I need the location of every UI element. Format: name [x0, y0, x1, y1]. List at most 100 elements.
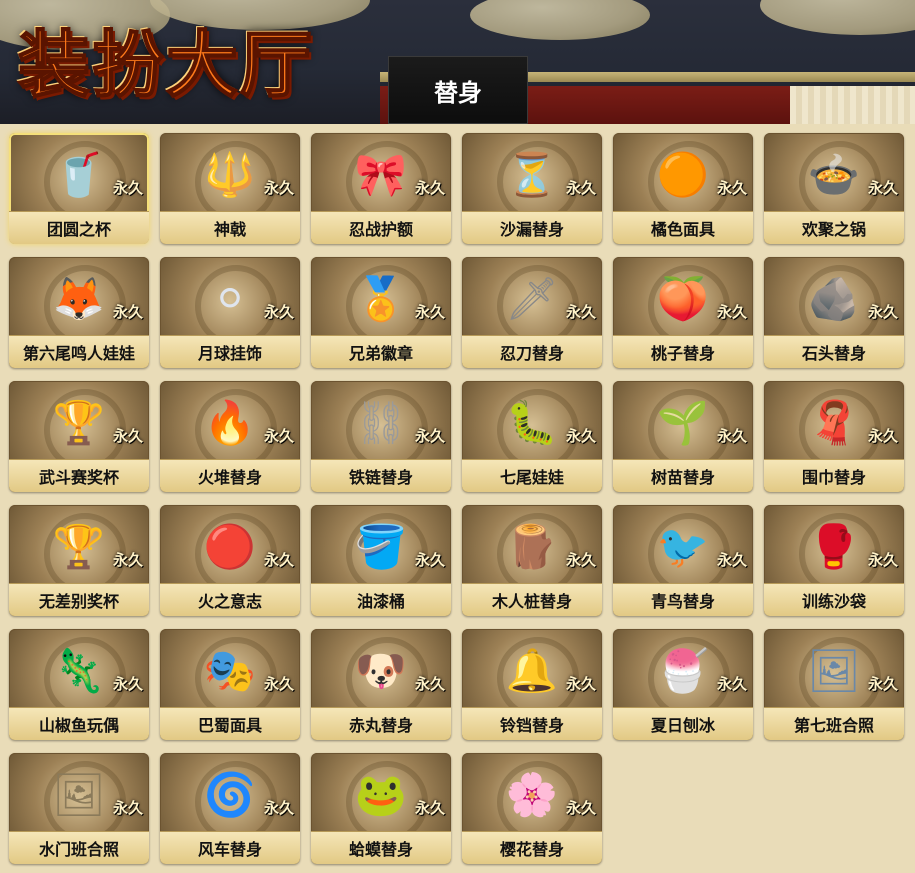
- permanent-badge: 永久: [112, 675, 143, 693]
- permanent-badge: 永久: [414, 799, 445, 817]
- item-card[interactable]: 🎀 永久忍战护额: [311, 133, 451, 244]
- shaved-ice-icon: 🍧: [656, 646, 710, 695]
- badge-icon: 🏅: [354, 274, 408, 323]
- item-name: 蛤蟆替身: [311, 831, 451, 864]
- item-card[interactable]: 🌀 永久 风车替身: [160, 753, 300, 864]
- permanent-badge: 永久: [867, 675, 898, 693]
- item-card[interactable]: 🏅 永久兄弟徽章: [311, 257, 451, 368]
- item-card[interactable]: 🎭 永久 巴蜀面具: [160, 629, 300, 740]
- tab-substitute[interactable]: 替身: [388, 56, 528, 124]
- wooden-dummy-icon: 🪵: [505, 522, 559, 571]
- item-card[interactable]: 🔴 永久 火之意志: [160, 505, 300, 616]
- item-name: 火堆替身: [160, 459, 300, 492]
- item-card[interactable]: 🌸 永久 樱花替身: [462, 753, 602, 864]
- permanent-badge: 永久: [867, 427, 898, 445]
- permanent-badge: 永久: [414, 179, 445, 197]
- item-card[interactable]: 🌱 永久 树苗替身: [613, 381, 753, 492]
- item-name: 兄弟徽章: [311, 335, 451, 368]
- headband-icon: 🎀: [354, 150, 408, 199]
- item-name: 橘色面具: [613, 211, 753, 244]
- permanent-badge: 永久: [112, 179, 143, 197]
- permanent-badge: 永久: [716, 551, 747, 569]
- item-name: 训练沙袋: [764, 583, 904, 616]
- claw-trophy-icon: 🏆: [52, 522, 106, 571]
- item-name: 樱花替身: [462, 831, 602, 864]
- header-pattern: [790, 86, 915, 124]
- item-card[interactable]: 🐛 永久 七尾娃娃: [462, 381, 602, 492]
- permanent-badge: 永久: [867, 551, 898, 569]
- fox-doll-icon: 🦊: [52, 274, 106, 323]
- item-card[interactable]: 🍲 永久 欢聚之锅: [764, 133, 904, 244]
- item-card[interactable]: 🦎 永久山椒鱼玩偶: [9, 629, 149, 740]
- campfire-icon: 🔥: [203, 398, 257, 447]
- item-card[interactable]: 🪵 永久 木人桩替身: [462, 505, 602, 616]
- item-card[interactable]: 🥊 永久 训练沙袋: [764, 505, 904, 616]
- permanent-badge: 永久: [414, 303, 445, 321]
- item-card[interactable]: 🪣 永久 油漆桶: [311, 505, 451, 616]
- permanent-badge: 永久: [263, 303, 294, 321]
- permanent-badge: 永久: [716, 427, 747, 445]
- item-name: 忍战护额: [311, 211, 451, 244]
- item-name: 第七班合照: [764, 707, 904, 740]
- permanent-badge: 永久: [263, 799, 294, 817]
- item-name: 赤丸替身: [311, 707, 451, 740]
- item-card[interactable]: 🍑 永久 桃子替身: [613, 257, 753, 368]
- item-card[interactable]: 🧣 永久围巾替身: [764, 381, 904, 492]
- paint-bucket-icon: 🪣: [354, 522, 408, 571]
- permanent-badge: 永久: [867, 303, 898, 321]
- item-card[interactable]: 🔥 永久 火堆替身: [160, 381, 300, 492]
- item-name: 青鸟替身: [613, 583, 753, 616]
- permanent-badge: 永久: [263, 179, 294, 197]
- item-name: 木人桩替身: [462, 583, 602, 616]
- item-card[interactable]: 🏆 永久 无差别奖杯: [9, 505, 149, 616]
- item-card[interactable]: ⛓ 永久 铁链替身: [311, 381, 451, 492]
- item-card[interactable]: 🖼 永久第七班合照: [764, 629, 904, 740]
- hourglass-icon: ⏳: [505, 150, 559, 199]
- cloud-decoration: [470, 0, 650, 40]
- photo-frame-icon: 🖼: [52, 770, 106, 819]
- item-card[interactable]: 🍧 永久 夏日刨冰: [613, 629, 753, 740]
- larva-doll-icon: 🐛: [505, 398, 559, 447]
- scarf-icon: 🧣: [807, 398, 861, 447]
- permanent-badge: 永久: [414, 675, 445, 693]
- item-card[interactable]: 🦊 永久 第六尾鸣人娃娃: [9, 257, 149, 368]
- permanent-badge: 永久: [263, 675, 294, 693]
- item-card[interactable]: 🗡 永久 忍刀替身: [462, 257, 602, 368]
- item-name: 月球挂饰: [160, 335, 300, 368]
- item-name: 团圆之杯: [9, 211, 149, 244]
- item-card[interactable]: 🏆 永久 武斗赛奖杯: [9, 381, 149, 492]
- bluebird-icon: 🐦: [656, 522, 710, 571]
- permanent-badge: 永久: [716, 179, 747, 197]
- stone-icon: 🪨: [807, 274, 861, 323]
- item-card[interactable]: 🔔 永久铃铛替身: [462, 629, 602, 740]
- bell-icon: 🔔: [505, 646, 559, 695]
- item-card[interactable]: 🔱 永久 神戟: [160, 133, 300, 244]
- item-grid: 🥤 永久 团圆之杯 🔱 永久 神戟 🎀 永久 忍战护额 ⏳ 永久 沙漏替身 🟠 永久 橘色面具 🍲 永久 欢聚之锅…: [9, 133, 909, 868]
- item-card[interactable]: 🥤 永久 团圆之杯: [9, 133, 149, 244]
- item-card[interactable]: ⚪ 永久 月球挂饰: [160, 257, 300, 368]
- item-card[interactable]: 🐶 永久 赤丸替身: [311, 629, 451, 740]
- item-card[interactable]: 🖼 永久 水门班合照: [9, 753, 149, 864]
- permanent-badge: 永久: [565, 303, 596, 321]
- item-card[interactable]: 🐸 永久蛤蟆替身: [311, 753, 451, 864]
- item-name: 围巾替身: [764, 459, 904, 492]
- salamander-doll-icon: 🦎: [52, 646, 106, 695]
- item-name: 树苗替身: [613, 459, 753, 492]
- item-card[interactable]: 🪨 永久 石头替身: [764, 257, 904, 368]
- item-name: 桃子替身: [613, 335, 753, 368]
- page-title: 装扮大厅: [17, 21, 315, 108]
- permanent-badge: 永久: [565, 675, 596, 693]
- toad-icon: 🐸: [354, 770, 408, 819]
- item-card[interactable]: ⏳ 永久 沙漏替身: [462, 133, 602, 244]
- photo-frame-icon: 🖼: [807, 646, 861, 695]
- mask-icon: 🟠: [656, 150, 710, 199]
- item-name: 神戟: [160, 211, 300, 244]
- item-name: 山椒鱼玩偶: [9, 707, 149, 740]
- item-name: 七尾娃娃: [462, 459, 602, 492]
- item-name: 铃铛替身: [462, 707, 602, 740]
- item-card[interactable]: 🐦 永久青鸟替身: [613, 505, 753, 616]
- item-card[interactable]: 🟠 永久橘色面具: [613, 133, 753, 244]
- peach-icon: 🍑: [656, 274, 710, 323]
- permanent-badge: 永久: [112, 303, 143, 321]
- pinwheel-icon: 🌀: [203, 770, 257, 819]
